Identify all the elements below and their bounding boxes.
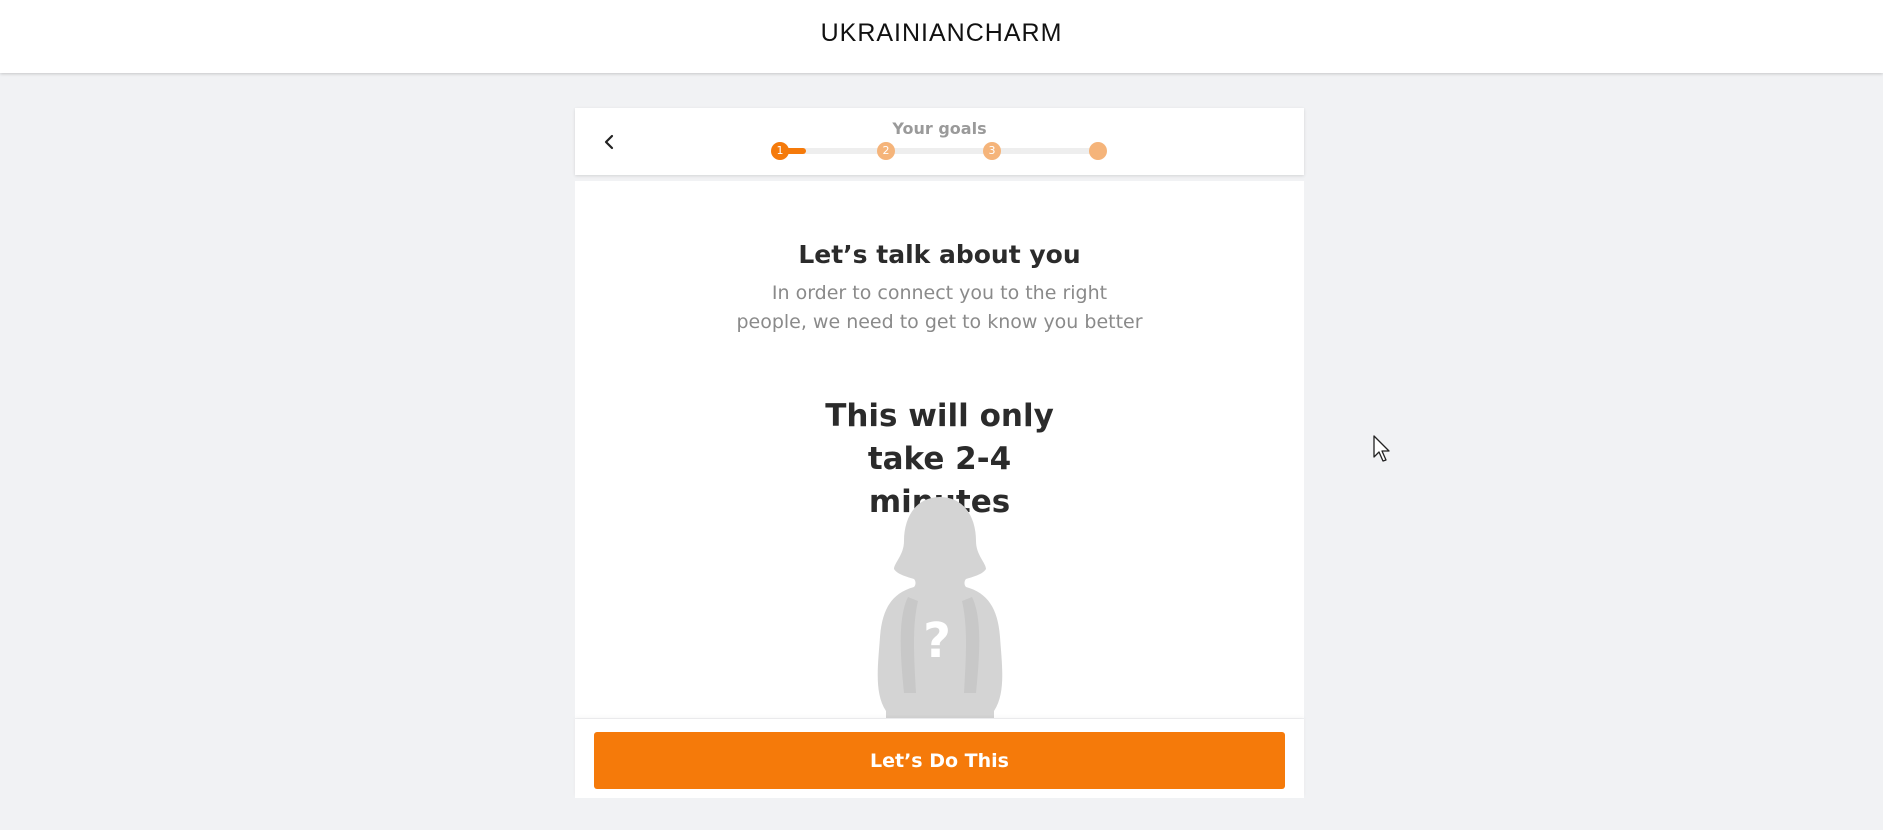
step-dot-3: 3 [983,142,1001,160]
lets-do-this-button[interactable]: Let’s Do This [594,732,1285,789]
brand-logo[interactable]: UKRAINIANCHARM [821,19,1063,48]
step-dot-1: 1 [771,142,789,160]
intro-subtitle: In order to connect you to the right peo… [736,282,1143,333]
intro-content: Let’s talk about you In order to connect… [575,181,1304,718]
progress-track [780,148,1102,154]
intro-heading: Let’s talk about you [798,240,1081,269]
onboarding-card: Your goals 1 2 3 Let’s talk about you In… [575,108,1304,798]
step-header: Your goals 1 2 3 [575,108,1304,175]
step-title: Your goals [892,119,987,138]
top-bar: UKRAINIANCHARM [0,0,1883,73]
step-dot-4 [1089,142,1107,160]
woman-silhouette-icon: ? [877,497,1003,718]
step-dot-2: 2 [877,142,895,160]
footer-bar: Let’s Do This [575,719,1304,798]
mouse-pointer-icon [1373,435,1390,462]
question-mark: ? [923,613,951,669]
